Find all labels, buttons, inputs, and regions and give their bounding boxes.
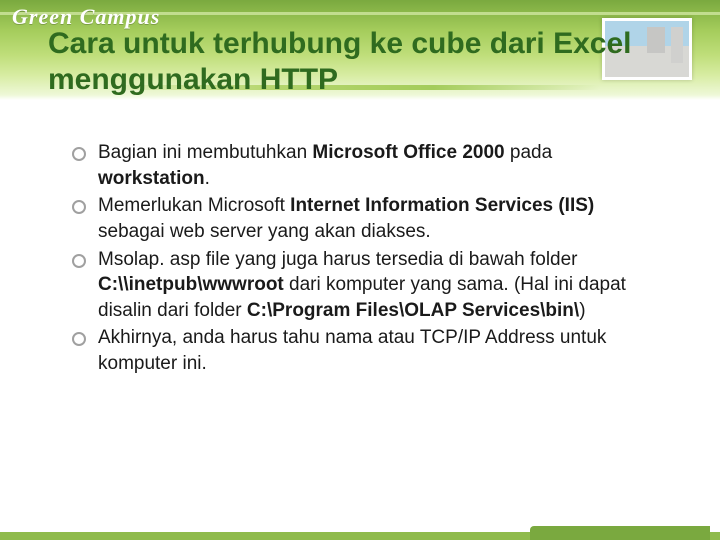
list-item: Memerlukan Microsoft Internet Informatio…	[70, 193, 660, 244]
list-item: Msolap. asp file yang juga harus tersedi…	[70, 247, 660, 324]
text-bold: C:\Program Files\OLAP Services\bin\	[247, 300, 579, 321]
footer-accent	[0, 532, 720, 540]
text: pada	[505, 142, 553, 163]
list-item: Akhirnya, anda harus tahu nama atau TCP/…	[70, 325, 660, 376]
text-bold: workstation	[98, 168, 205, 189]
text-bold: Microsoft Office 2000	[312, 142, 504, 163]
list-item: Bagian ini membutuhkan Microsoft Office …	[70, 140, 660, 191]
text: Akhirnya, anda harus tahu nama atau TCP/…	[98, 327, 606, 374]
bullet-list: Bagian ini membutuhkan Microsoft Office …	[70, 140, 660, 377]
text: Memerlukan Microsoft	[98, 195, 290, 216]
text: .	[205, 168, 210, 189]
text-bold: C:\\inetpub\wwwroot	[98, 274, 284, 295]
text: sebagai web server yang akan diakses.	[98, 221, 431, 242]
slide-body: Bagian ini membutuhkan Microsoft Office …	[70, 140, 660, 379]
text: )	[579, 300, 585, 321]
text: Msolap. asp file yang juga harus tersedi…	[98, 249, 578, 270]
text-bold: Internet Information Services (IIS)	[290, 195, 594, 216]
text: Bagian ini membutuhkan	[98, 142, 312, 163]
slide-title: Cara untuk terhubung ke cube dari Excel …	[48, 26, 672, 98]
